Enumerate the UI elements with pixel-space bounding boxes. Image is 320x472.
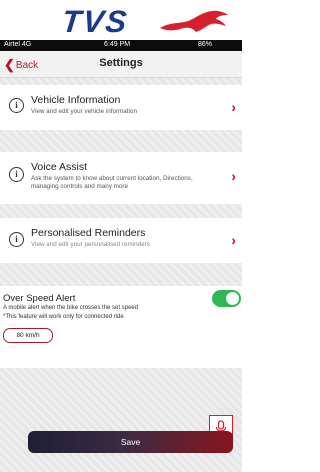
setting-description: View and edit your personalised reminder… bbox=[31, 241, 150, 248]
horse-logo-icon bbox=[160, 10, 228, 32]
over-speed-note: *This feature will work only for connect… bbox=[3, 314, 124, 320]
background-texture bbox=[0, 77, 242, 472]
info-icon: i bbox=[9, 232, 24, 247]
brand-logo-text: TVS bbox=[60, 4, 131, 39]
info-icon: i bbox=[9, 167, 24, 182]
chevron-right-icon[interactable]: › bbox=[231, 168, 236, 184]
over-speed-toggle[interactable] bbox=[212, 290, 241, 307]
speed-limit-input[interactable]: 80 km/h bbox=[3, 328, 53, 343]
over-speed-description: A mobile alert when the bike crosses the… bbox=[3, 305, 139, 311]
over-speed-title: Over Speed Alert bbox=[3, 293, 76, 304]
signal-carrier: Airtel 4G bbox=[4, 41, 32, 48]
setting-description: Ask the system to know about current loc… bbox=[31, 175, 193, 190]
page-title: Settings bbox=[99, 57, 143, 69]
info-icon: i bbox=[9, 98, 24, 113]
setting-title: Voice Assist bbox=[31, 161, 88, 173]
phone-screen: Airtel 4G 6:49 PM 86% ❮Back Settings i V… bbox=[0, 40, 242, 472]
nav-bar: ❮Back Settings bbox=[0, 51, 242, 78]
setting-vehicle-information[interactable]: i Vehicle Information View and edit your… bbox=[0, 85, 242, 130]
save-button[interactable]: Save bbox=[28, 431, 233, 453]
setting-description: View and edit your vehicle information bbox=[31, 108, 137, 115]
chevron-right-icon[interactable]: › bbox=[231, 99, 236, 115]
chevron-right-icon[interactable]: › bbox=[231, 232, 236, 248]
brand-header: TVS bbox=[0, 0, 242, 39]
setting-voice-assist[interactable]: i Voice Assist Ask the system to know ab… bbox=[0, 152, 242, 204]
setting-title: Personalised Reminders bbox=[31, 227, 146, 239]
status-time: 6:49 PM bbox=[104, 41, 131, 48]
setting-title: Vehicle Information bbox=[31, 94, 121, 106]
status-bar: Airtel 4G 6:49 PM 86% bbox=[0, 40, 242, 51]
toggle-knob bbox=[226, 292, 239, 305]
battery-level: 86% bbox=[198, 41, 213, 48]
over-speed-alert-card: Over Speed Alert A mobile alert when the… bbox=[0, 286, 242, 368]
setting-personalised-reminders[interactable]: i Personalised Reminders View and edit y… bbox=[0, 218, 242, 263]
